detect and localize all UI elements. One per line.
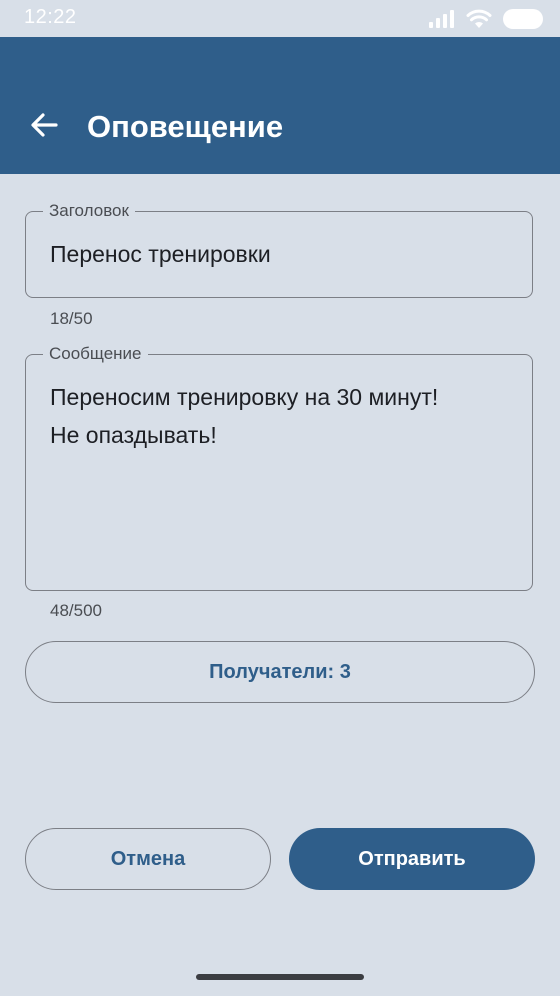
title-char-counter: 18/50 bbox=[50, 309, 93, 328]
app-bar: Оповещение bbox=[0, 37, 560, 174]
wifi-icon bbox=[466, 9, 492, 29]
battery-icon bbox=[502, 8, 546, 30]
cancel-button-label: Отмена bbox=[110, 847, 186, 870]
recipients-button-label: Получатели: 3 bbox=[209, 660, 351, 683]
message-field[interactable]: Сообщение Переносим тренировку на 30 мин… bbox=[25, 343, 533, 591]
message-char-counter: 48/500 bbox=[50, 601, 102, 620]
title-input[interactable]: Перенос тренировки bbox=[50, 235, 512, 273]
page-title: Оповещение bbox=[87, 109, 284, 144]
cancel-button[interactable]: Отмена bbox=[25, 828, 271, 890]
message-textarea[interactable]: Переносим тренировку на 30 минут! Не опа… bbox=[50, 378, 512, 454]
title-field-label: Заголовок bbox=[43, 200, 135, 222]
home-indicator[interactable] bbox=[196, 974, 364, 980]
status-time: 12:22 bbox=[24, 6, 77, 28]
send-button-label: Отправить bbox=[358, 847, 466, 870]
recipients-button[interactable]: Получатели: 3 bbox=[25, 641, 535, 703]
signal-icon bbox=[428, 9, 456, 29]
status-bar: 12:22 bbox=[0, 0, 560, 37]
title-field[interactable]: Заголовок Перенос тренировки bbox=[25, 200, 533, 298]
send-button[interactable]: Отправить bbox=[289, 828, 535, 890]
back-button[interactable] bbox=[22, 105, 66, 149]
message-field-label: Сообщение bbox=[43, 343, 148, 365]
status-icons bbox=[428, 8, 546, 30]
arrow-back-icon bbox=[29, 110, 59, 145]
